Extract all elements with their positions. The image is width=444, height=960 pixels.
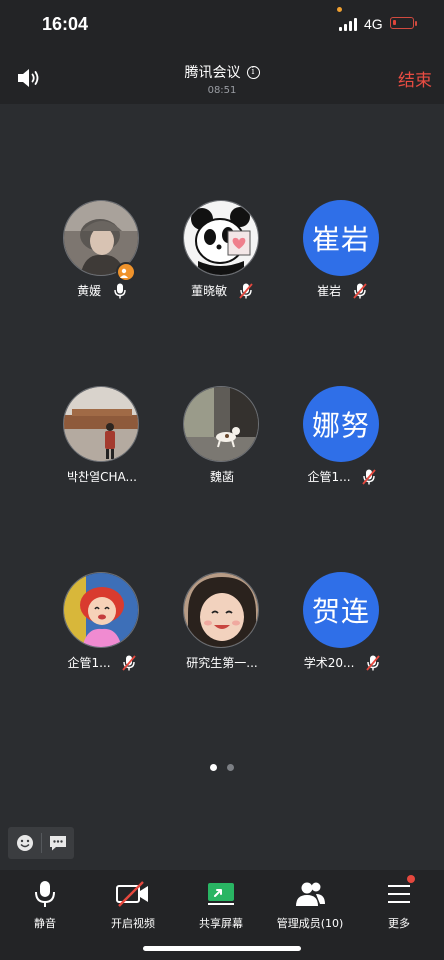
participant-name: 企管1... [67, 656, 111, 670]
participant-name-row: 企管1... [272, 468, 412, 485]
participant-tile[interactable]: 崔岩 崔岩 [272, 200, 412, 310]
participant-tile[interactable]: 企管1... [32, 572, 172, 682]
mute-label: 静音 [34, 917, 56, 930]
participant-name: 黄媛 [77, 284, 102, 298]
mic-muted-icon [353, 282, 367, 299]
participant-avatar [63, 386, 139, 462]
share-screen-button[interactable]: 共享屏幕 [176, 870, 266, 931]
chat-tools [8, 827, 74, 859]
participant-tile[interactable]: 魏菡 [152, 386, 292, 496]
meeting-duration: 08:51 [207, 85, 237, 96]
members-icon [296, 882, 325, 906]
participant-tile[interactable]: 박찬열CHA... [32, 386, 172, 496]
participant-tile[interactable]: 娜努 企管1... [272, 386, 412, 496]
mic-muted-icon [366, 654, 380, 671]
battery-tip [415, 21, 417, 26]
participant-avatar [183, 200, 259, 276]
manage-members-button[interactable]: 管理成员(10) [265, 870, 355, 931]
mic-muted-icon [239, 282, 253, 299]
mute-button[interactable]: 静音 [0, 870, 90, 931]
video-label: 开启视频 [111, 917, 155, 930]
participant-avatar: 贺连 [303, 572, 379, 648]
members-label: 管理成员(10) [276, 917, 344, 930]
notification-dot [407, 875, 415, 883]
home-indicator[interactable] [143, 946, 301, 951]
network-type: 4G [364, 16, 383, 32]
participant-tile[interactable]: 董晓敏 [152, 200, 292, 310]
participant-name: 研究生第一... [186, 656, 258, 670]
participant-name-row: 黄媛 [32, 282, 172, 299]
end-meeting-button[interactable]: 结束 [398, 66, 432, 91]
participant-tile[interactable]: 研究生第一... [152, 572, 292, 682]
participant-tile[interactable]: 贺连 学术20... [272, 572, 412, 682]
participant-name-row: 研究生第一... [152, 654, 292, 671]
participant-name: 박찬열CHA... [67, 470, 137, 484]
participant-name: 魏菡 [209, 470, 234, 484]
message-icon[interactable] [48, 833, 68, 853]
page-dot-active[interactable] [210, 764, 217, 771]
participant-name-row: 学术20... [272, 654, 412, 671]
start-video-button[interactable]: 开启视频 [88, 870, 178, 931]
status-time: 16:04 [42, 14, 89, 34]
mic-on-icon [114, 283, 126, 298]
emoji-icon[interactable] [15, 833, 35, 853]
microphone-icon [35, 881, 55, 907]
video-off-icon [116, 881, 148, 907]
participant-avatar [183, 572, 259, 648]
participant-name: 学术20... [303, 656, 355, 670]
participant-name: 崔岩 [317, 284, 342, 298]
more-button[interactable]: 更多 [354, 870, 444, 931]
participant-name: 企管1... [307, 470, 351, 484]
participant-avatar [183, 386, 259, 462]
meeting-title-text: 腾讯会议 [184, 65, 241, 81]
participant-avatar [63, 572, 139, 648]
participant-name-row: 魏菡 [152, 468, 292, 485]
host-badge-icon [116, 262, 136, 282]
status-bar: 16:04 4G [0, 0, 444, 52]
mic-muted-icon [122, 654, 137, 671]
meeting-header: 腾讯会议 i 08:51 结束 [0, 52, 444, 104]
participant-tile[interactable]: 黄媛 [32, 200, 172, 310]
participant-name-row: 企管1... [32, 654, 172, 671]
participant-avatar: 娜努 [303, 386, 379, 462]
participant-name-row: 董晓敏 [152, 282, 292, 299]
participant-name-row: 崔岩 [272, 282, 412, 299]
mic-muted-icon [362, 468, 377, 485]
participant-name: 董晓敏 [191, 284, 228, 298]
battery-low-icon [390, 17, 414, 29]
participant-name-row: 박찬열CHA... [32, 468, 172, 485]
more-label: 更多 [388, 917, 410, 930]
privacy-indicator-dot [337, 7, 342, 12]
share-label: 共享屏幕 [199, 917, 243, 930]
info-icon[interactable]: i [246, 65, 260, 79]
divider [41, 833, 42, 853]
participant-avatar: 崔岩 [303, 200, 379, 276]
menu-icon [388, 885, 410, 903]
meeting-title[interactable]: 腾讯会议 i [0, 62, 444, 82]
signal-bars-icon [339, 17, 359, 31]
page-dot-inactive[interactable] [227, 764, 234, 771]
share-screen-icon [208, 883, 234, 905]
page-indicator[interactable] [0, 756, 444, 775]
